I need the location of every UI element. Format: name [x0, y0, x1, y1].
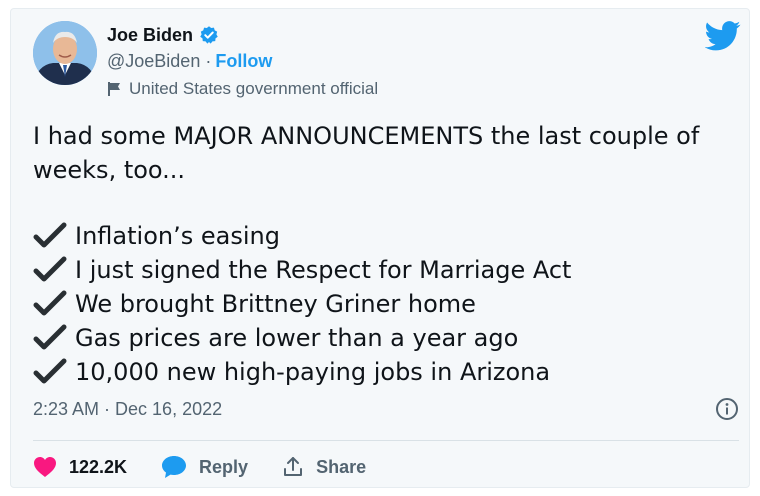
tweet-card: Joe Biden @JoeBiden · Follow United Stat…	[10, 8, 750, 488]
author-name-row: Joe Biden	[107, 23, 219, 47]
account-label-row: United States government official	[107, 79, 378, 99]
check-mark-icon	[33, 324, 67, 350]
reply-button[interactable]: Reply	[161, 455, 248, 479]
twitter-bird-icon[interactable]	[704, 21, 741, 51]
checklist-item-text: Gas prices are lower than a year ago	[75, 324, 519, 352]
avatar-image	[33, 21, 97, 85]
checklist-item-text: Inflation’s easing	[75, 222, 280, 250]
tweet-text-line: I had some MAJOR ANNOUNCEMENTS the last …	[33, 122, 700, 150]
handle-row: @JoeBiden · Follow	[107, 51, 272, 72]
tweet-text-line: weeks, too...	[33, 156, 186, 184]
share-icon	[284, 457, 303, 476]
checklist-item: 10,000 new high-paying jobs in Arizona	[33, 355, 571, 389]
display-name[interactable]: Joe Biden	[107, 25, 193, 46]
follow-button[interactable]: Follow	[215, 51, 272, 72]
info-icon[interactable]	[715, 397, 739, 421]
check-mark-icon	[33, 358, 67, 384]
verified-badge-icon	[199, 25, 219, 45]
check-mark-icon	[33, 222, 67, 248]
checklist-item: We brought Brittney Griner home	[33, 287, 571, 321]
reply-label: Reply	[199, 456, 249, 477]
check-mark-icon	[33, 290, 67, 316]
handle[interactable]: @JoeBiden	[107, 51, 200, 72]
separator: ·	[205, 51, 212, 71]
checklist-item-text: We brought Brittney Griner home	[75, 290, 476, 318]
checklist-item-text: 10,000 new high-paying jobs in Arizona	[75, 358, 551, 386]
checklist-item-text: I just signed the Respect for Marriage A…	[75, 256, 572, 284]
like-button[interactable]: 122.2K	[33, 456, 127, 478]
checklist-item: I just signed the Respect for Marriage A…	[33, 253, 571, 287]
tweet-checklist: Inflation’s easing I just signed the Res…	[33, 219, 571, 389]
checklist-item: Gas prices are lower than a year ago	[33, 321, 571, 355]
tweet-text: I had some MAJOR ANNOUNCEMENTS the last …	[33, 119, 733, 187]
timestamp[interactable]: 2:23 AM · Dec 16, 2022	[33, 399, 222, 420]
like-count: 122.2K	[69, 456, 128, 477]
checklist-item: Inflation’s easing	[33, 219, 571, 253]
divider	[33, 440, 739, 441]
share-button[interactable]: Share	[282, 456, 366, 478]
share-label: Share	[316, 456, 367, 477]
check-mark-icon	[33, 256, 67, 282]
avatar[interactable]	[33, 21, 97, 85]
flag-icon	[107, 81, 123, 97]
account-label[interactable]: United States government official	[129, 79, 378, 99]
action-bar: 122.2K Reply Share	[33, 455, 400, 479]
heart-icon	[34, 457, 56, 477]
reply-bubble-icon	[162, 456, 187, 478]
